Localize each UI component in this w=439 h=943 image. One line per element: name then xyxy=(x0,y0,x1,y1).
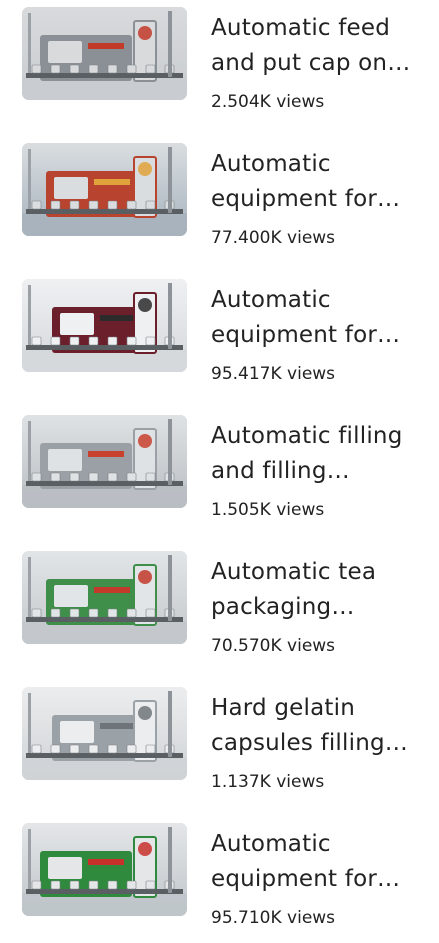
video-title[interactable]: Automatic equipment for testing xyxy=(211,283,426,353)
video-title[interactable]: Automatic feed and put cap on machine xyxy=(211,11,426,81)
video-title[interactable]: Automatic equipment for packaging xyxy=(211,147,426,217)
view-count: 77.400K views xyxy=(211,228,336,248)
view-count: 95.417K views xyxy=(211,364,336,384)
video-thumbnail[interactable] xyxy=(22,415,187,508)
view-count: 95.710K views xyxy=(211,908,336,928)
video-list-item[interactable]: Automatic equipment for labeling 95.710K… xyxy=(0,823,439,943)
video-title[interactable]: Automatic filling and filling machine xyxy=(211,419,426,489)
view-count: 1.137K views xyxy=(211,772,325,792)
video-thumbnail[interactable] xyxy=(22,279,187,372)
packaging-machine-image xyxy=(22,143,187,236)
video-list-item[interactable]: Hard gelatin capsules filling machine 1.… xyxy=(0,687,439,807)
video-list-item[interactable]: Automatic filling and filling machine 1.… xyxy=(0,415,439,535)
video-title[interactable]: Automatic tea packaging machine xyxy=(211,555,426,625)
video-list-item[interactable]: Automatic equipment for testing 95.417K … xyxy=(0,279,439,399)
video-thumbnail[interactable] xyxy=(22,823,187,916)
video-list: Automatic feed and put cap on machine 2.… xyxy=(0,0,439,928)
video-list-item[interactable]: Automatic equipment for packaging 77.400… xyxy=(0,143,439,263)
view-count: 1.505K views xyxy=(211,500,325,520)
view-count: 2.504K views xyxy=(211,92,325,112)
video-title[interactable]: Automatic equipment for labeling xyxy=(211,827,426,897)
capsule-filling-machine-image xyxy=(22,687,187,780)
video-list-item[interactable]: Automatic tea packaging machine 70.570K … xyxy=(0,551,439,671)
filling-machine-image xyxy=(22,415,187,508)
capping-machine-image xyxy=(22,7,187,100)
video-title[interactable]: Hard gelatin capsules filling machine xyxy=(211,691,426,761)
labeling-machine-image xyxy=(22,823,187,916)
tea-packaging-machine-image xyxy=(22,551,187,644)
video-thumbnail[interactable] xyxy=(22,551,187,644)
video-thumbnail[interactable] xyxy=(22,143,187,236)
video-thumbnail[interactable] xyxy=(22,687,187,780)
tablet-tester-image xyxy=(22,279,187,372)
video-thumbnail[interactable] xyxy=(22,7,187,100)
view-count: 70.570K views xyxy=(211,636,336,656)
video-list-item[interactable]: Automatic feed and put cap on machine 2.… xyxy=(0,7,439,127)
